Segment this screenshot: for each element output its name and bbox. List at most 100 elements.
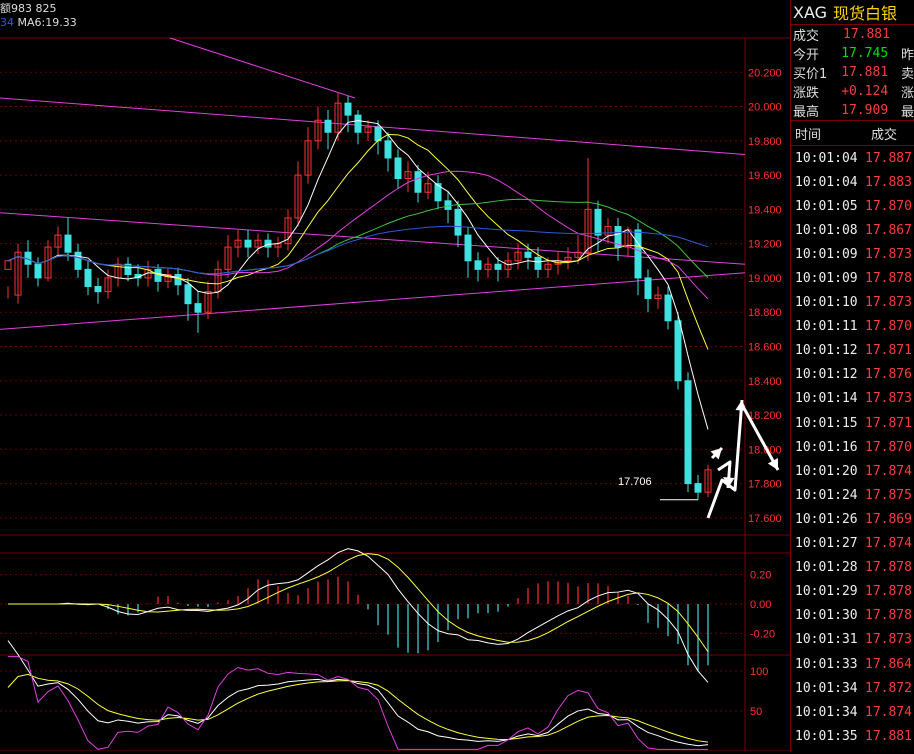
tick-price: 17.887 (865, 150, 912, 166)
tick-row: 10:01:12 17.871 (791, 339, 914, 363)
tick-price: 17.870 (865, 319, 912, 335)
tick-price: 17.870 (865, 198, 912, 214)
tick-price: 17.873 (865, 246, 912, 262)
symbol-header[interactable]: XAG 现货白银 (791, 0, 914, 25)
y-tick-label: 18.600 (748, 341, 782, 353)
quote-value: 17.881 (843, 27, 890, 42)
tick-row: 10:01:12 17.876 (791, 363, 914, 387)
tick-row: 10:01:29 17.878 (791, 580, 914, 604)
quote-value: +0.124 (841, 84, 889, 99)
tick-price: 17.878 (865, 608, 912, 624)
tick-price: 17.873 (865, 391, 912, 407)
quote-row: 今开 17.745 昨 (791, 44, 914, 63)
candle-body (94, 286, 102, 293)
tick-time: 10:01:09 (795, 271, 858, 287)
tick-row: 10:01:16 17.870 (791, 435, 914, 459)
tick-time: 10:01:08 (795, 222, 858, 238)
candle-body (354, 114, 362, 133)
trendlines (0, 37, 746, 330)
quote-value: 17.745 (841, 46, 889, 61)
tick-price: 17.873 (865, 632, 912, 648)
candle-body (494, 263, 502, 270)
y-tick-label: 19.800 (748, 136, 782, 148)
y-tick-label: 19.400 (748, 204, 782, 216)
quote-rows: 成交 17.881 今开 17.745 昨买价1 17.881 卖涨跌 +0.124 涨最高 17… (791, 25, 914, 120)
tick-price: 17.874 (865, 704, 912, 720)
macd-tick-label: -0.20 (750, 628, 775, 640)
volume-info: 额983 825 (0, 2, 57, 15)
tick-time: 10:01:20 (795, 463, 858, 479)
chart-area[interactable]: 20.200 20.000 19.800 19.600 19.400 19.200 19.0… (0, 0, 790, 751)
tick-row: 10:01:14 17.873 (791, 387, 914, 411)
tick-price: 17.872 (865, 680, 912, 696)
candle-body (384, 140, 392, 159)
tick-price: 17.874 (865, 536, 912, 552)
y-tick-label: 18.400 (748, 376, 782, 388)
candle-body (644, 277, 652, 299)
quote-extra: 卖 (900, 67, 914, 82)
trendline (0, 212, 746, 265)
candle-body (684, 380, 692, 485)
tick-time: 10:01:10 (795, 295, 858, 311)
tick-price: 17.878 (865, 560, 912, 576)
candle-body (464, 234, 472, 262)
trendline (0, 272, 746, 330)
tick-price: 17.881 (865, 728, 912, 744)
tick-row: 10:01:35 17.881 (791, 724, 914, 748)
quote-row: 最高 17.909 最 (791, 101, 914, 120)
candle-body (84, 268, 92, 287)
tick-row: 10:01:04 17.883 (791, 170, 914, 194)
candle-body (324, 119, 332, 133)
quote-label: 买价1 (793, 67, 828, 82)
tick-time: 10:01:12 (795, 343, 858, 359)
quote-panel: XAG 现货白银 成交 17.881 今开 17.745 昨买价1 17.881 卖涨跌 +0… (790, 0, 914, 751)
quote-extra: 最 (900, 105, 914, 120)
tick-time: 10:01:09 (795, 246, 858, 262)
quote-label: 今开 (793, 48, 820, 63)
tick-price: 17.878 (865, 271, 912, 287)
price-header: 成交 (871, 127, 898, 143)
tick-price: 17.869 (865, 511, 912, 527)
candle-body (674, 320, 682, 382)
tick-time: 10:01:34 (795, 704, 858, 720)
candle-body (694, 483, 702, 493)
tick-row: 10:01:30 17.878 (791, 604, 914, 628)
tick-time: 10:01:14 (795, 391, 858, 407)
candle-body (4, 260, 12, 270)
y-tick-label: 17.800 (748, 479, 782, 491)
tick-row: 10:01:08 17.867 (791, 218, 914, 242)
macd-panel (0, 548, 745, 683)
dif-line (8, 548, 709, 683)
tick-time: 10:01:12 (795, 367, 858, 383)
quote-row: 买价1 17.881 卖 (791, 63, 914, 82)
tick-price: 17.878 (865, 584, 912, 600)
tick-time: 10:01:04 (795, 174, 858, 190)
tick-time: 10:01:33 (795, 656, 858, 672)
tick-row: 10:01:09 17.878 (791, 266, 914, 290)
candle-body (174, 274, 182, 286)
tick-price: 17.876 (865, 367, 912, 383)
tick-price: 17.873 (865, 295, 912, 311)
macd-tick-label: 0.20 (750, 570, 771, 582)
quote-value: 17.909 (841, 103, 889, 118)
tick-time: 10:01:27 (795, 536, 858, 552)
tick-row: 10:01:27 17.874 (791, 532, 914, 556)
candle-body (524, 251, 532, 258)
tick-row: 10:01:31 17.873 (791, 628, 914, 652)
candle-body (394, 157, 402, 180)
tick-price: 17.883 (865, 174, 912, 190)
y-tick-label: 19.200 (748, 239, 782, 251)
kdj-line (8, 656, 708, 750)
tick-row: 10:01:05 17.870 (791, 194, 914, 218)
symbol-name: 现货白银 (833, 4, 898, 23)
y-tick-label: 19.600 (748, 170, 782, 182)
tick-row: 10:01:28 17.878 (791, 556, 914, 580)
tick-list[interactable]: 10:01:04 17.887 10:01:04 17.883 10:01:05 17.8… (791, 146, 914, 754)
tick-row: 10:01:34 17.872 (791, 676, 914, 700)
tick-time: 10:01:30 (795, 608, 858, 624)
tick-price: 17.864 (865, 656, 912, 672)
candle-body (444, 200, 452, 210)
tick-table-header: 时间 成交 (791, 120, 914, 146)
tick-time: 10:01:15 (795, 415, 858, 431)
quote-label: 涨跌 (793, 86, 820, 101)
